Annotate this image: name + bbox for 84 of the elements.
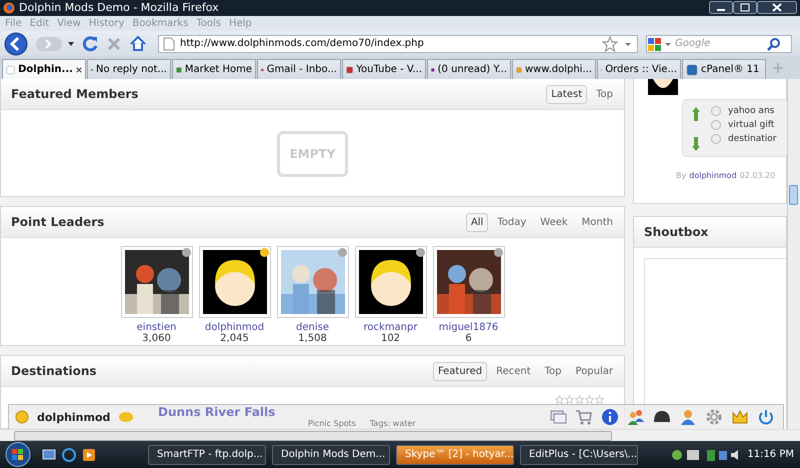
section-tab[interactable]: Recent bbox=[491, 362, 536, 381]
radio-button[interactable] bbox=[711, 106, 722, 116]
site-icon bbox=[6, 64, 16, 76]
cart-icon[interactable] bbox=[575, 408, 593, 426]
close-button[interactable] bbox=[757, 1, 797, 14]
friends-icon[interactable] bbox=[627, 408, 645, 426]
status-icon[interactable] bbox=[15, 410, 29, 424]
firefox-icon bbox=[3, 2, 15, 14]
section-tab[interactable]: Popular bbox=[570, 362, 618, 381]
horizontal-scrollbar[interactable] bbox=[0, 429, 800, 441]
author-link[interactable]: dolphinmod bbox=[689, 171, 737, 180]
browser-tab[interactable]: Market Home bbox=[172, 59, 256, 80]
section-title: Point Leaders bbox=[11, 215, 104, 230]
crown-icon[interactable] bbox=[731, 408, 749, 426]
avatar-icon bbox=[648, 79, 678, 96]
post-date: 02.03.20 bbox=[740, 171, 776, 180]
section-tab[interactable]: Top bbox=[540, 362, 567, 381]
by-label: By bbox=[676, 171, 686, 180]
destination-category[interactable]: Picnic Spots bbox=[308, 419, 356, 430]
power-icon[interactable] bbox=[757, 408, 775, 426]
section-tab[interactable]: Top bbox=[591, 84, 618, 104]
browser-tab[interactable]: No reply not... bbox=[87, 59, 171, 80]
browser-tab[interactable]: cPanel® 11 bbox=[682, 59, 766, 80]
toolbar-username[interactable]: dolphinmod bbox=[37, 410, 110, 424]
section-tab[interactable]: Featured bbox=[432, 362, 488, 381]
section-tab[interactable]: Month bbox=[576, 212, 618, 232]
section-tab[interactable]: Today bbox=[492, 212, 532, 232]
browser-tab[interactable]: Dolphin... bbox=[2, 59, 86, 80]
messages-icon[interactable] bbox=[549, 408, 567, 426]
search-icon[interactable] bbox=[767, 36, 781, 51]
bookmark-star-icon[interactable] bbox=[602, 36, 618, 52]
home-icon[interactable] bbox=[128, 34, 148, 54]
member-points: 3,060 bbox=[142, 333, 171, 344]
browser-tab[interactable]: www.dolphi... bbox=[512, 59, 596, 80]
page-icon bbox=[163, 36, 175, 51]
radio-button[interactable] bbox=[711, 134, 722, 144]
search-engine-icon[interactable] bbox=[647, 36, 673, 52]
media-player-icon[interactable] bbox=[82, 448, 96, 462]
destination-tags: Tags: water bbox=[370, 419, 416, 430]
down-arrow-icon[interactable] bbox=[691, 136, 702, 152]
browser-tab[interactable]: YouTube - V... bbox=[342, 59, 426, 80]
vertical-scrollbar[interactable] bbox=[787, 79, 800, 430]
section-tab[interactable]: All bbox=[466, 212, 488, 232]
site-icon bbox=[346, 64, 354, 76]
close-tab-icon[interactable] bbox=[76, 66, 82, 74]
member-name-link[interactable]: miguel1876 bbox=[438, 322, 498, 334]
info-icon[interactable] bbox=[601, 408, 619, 426]
section-title: Featured Members bbox=[11, 87, 138, 102]
window-title: Dolphin Mods Demo - Mozilla Firefox bbox=[19, 1, 219, 14]
up-arrow-icon[interactable] bbox=[691, 106, 702, 122]
browser-tab[interactable]: Orders :: Vie... bbox=[597, 59, 681, 80]
avatar-icon bbox=[358, 250, 422, 314]
restore-button[interactable] bbox=[733, 1, 757, 14]
clock: 11:16 PM bbox=[747, 449, 794, 460]
minimize-button[interactable] bbox=[709, 1, 733, 14]
taskbar-button[interactable]: EditPlus - [C:\Users\... bbox=[520, 444, 638, 464]
member-name-link[interactable]: dolphinmod bbox=[204, 322, 264, 334]
section-tab[interactable]: Week bbox=[535, 212, 573, 232]
taskbar-button[interactable]: SmartFTP - ftp.dolp... bbox=[148, 444, 266, 464]
section-tab[interactable]: Latest bbox=[546, 84, 588, 104]
poll-option: destinatior bbox=[728, 134, 776, 144]
show-desktop-icon[interactable] bbox=[42, 448, 56, 462]
site-icon bbox=[686, 64, 698, 76]
member-points: 2,045 bbox=[220, 333, 249, 344]
taskbar-button[interactable]: Dolphin Mods Dem... bbox=[272, 444, 390, 464]
browser-tab[interactable]: (0 unread) Y... bbox=[427, 59, 511, 80]
browser-tab[interactable]: Gmail - Inbo... bbox=[257, 59, 341, 80]
poll-option: virtual gift bbox=[728, 120, 774, 130]
address-field[interactable]: http://www.dolphinmods.com/demo70/index.php bbox=[158, 34, 638, 53]
member-name-link[interactable]: denise bbox=[296, 322, 329, 334]
settings-icon[interactable] bbox=[705, 408, 723, 426]
member-points: 6 bbox=[465, 333, 472, 344]
user-icon[interactable] bbox=[679, 408, 697, 426]
member-points: 102 bbox=[380, 333, 400, 344]
member-name-link[interactable]: rockmanpr bbox=[364, 322, 418, 334]
section-title: Destinations bbox=[11, 364, 97, 378]
browser-icon[interactable] bbox=[62, 448, 76, 462]
radio-button[interactable] bbox=[711, 120, 722, 130]
reload-icon[interactable] bbox=[80, 34, 100, 54]
member-name-link[interactable]: einstien bbox=[136, 322, 176, 334]
section-title: Shoutbox bbox=[644, 225, 708, 240]
avatar-icon bbox=[202, 250, 266, 314]
member-points: 1,508 bbox=[298, 333, 327, 344]
poll-option: yahoo ans bbox=[728, 106, 774, 116]
